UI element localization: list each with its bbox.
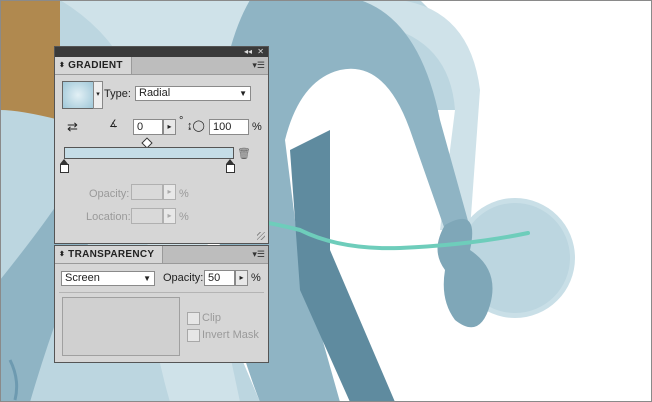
stop-opacity-unit: %	[179, 188, 189, 200]
clip-label: Clip	[202, 312, 221, 324]
chevron-down-icon: ▼	[143, 274, 151, 283]
angle-stepper[interactable]: ▸	[163, 119, 176, 135]
stop-location-field[interactable]	[131, 208, 163, 224]
opacity-label: Opacity:	[89, 188, 130, 200]
panel-menu-icon[interactable]: ▾☰	[252, 249, 265, 259]
aspect-ratio-value: 100	[213, 121, 232, 133]
transparency-opacity-field[interactable]: 50	[204, 270, 235, 286]
divider	[59, 292, 264, 293]
tab-gradient-label: GRADIENT	[68, 60, 123, 71]
tab-toggle-icon[interactable]: ⬍	[59, 62, 65, 69]
gradient-slider[interactable]	[64, 147, 234, 159]
gradient-type-value: Radial	[139, 87, 171, 99]
gradient-type-select[interactable]: Radial ▼	[135, 86, 251, 101]
gradient-panel: ◂◂ ✕ ⬍ GRADIENT ▾☰ ▾ Type: Radial ▼ ⇄ ∡ 0…	[54, 46, 269, 244]
reverse-gradient-icon[interactable]: ⇄	[67, 119, 78, 135]
blend-mode-select[interactable]: Screen ▼	[61, 271, 155, 286]
transparency-opacity-value: 50	[208, 272, 221, 284]
opacity-mask-thumbnail[interactable]	[62, 297, 180, 356]
collapse-panel-icon[interactable]: ◂◂	[244, 47, 252, 57]
gradient-swatch[interactable]	[62, 81, 94, 109]
aspect-ratio-unit: %	[252, 121, 262, 133]
transparency-opacity-stepper[interactable]: ▸	[235, 270, 248, 286]
angle-icon: ∡	[109, 119, 118, 130]
gradient-swatch-dropdown-icon[interactable]: ▾	[93, 81, 103, 109]
stop-location-unit: %	[179, 211, 189, 223]
tab-transparency[interactable]: ⬍ TRANSPARENCY	[55, 246, 164, 263]
angle-field[interactable]: 0	[133, 119, 163, 135]
shape-brown-corner	[0, 0, 60, 120]
resize-grip-icon[interactable]	[257, 232, 265, 240]
stop-opacity-stepper[interactable]: ▸	[163, 184, 176, 200]
degree-symbol: °	[179, 115, 184, 127]
panel-menu-icon[interactable]: ▾☰	[252, 60, 265, 70]
stop-location-stepper[interactable]: ▸	[163, 208, 176, 224]
invert-mask-checkbox[interactable]	[187, 329, 200, 342]
clip-checkbox[interactable]	[187, 312, 200, 325]
tab-gradient[interactable]: ⬍ GRADIENT	[55, 57, 132, 74]
blend-mode-value: Screen	[65, 272, 100, 284]
angle-value: 0	[137, 121, 144, 133]
panel-topbar: ◂◂ ✕	[55, 47, 268, 57]
trash-icon[interactable]: 🗑	[237, 147, 251, 160]
tab-toggle-icon[interactable]: ⬍	[59, 251, 65, 258]
aspect-ratio-field[interactable]: 100	[209, 119, 249, 135]
aspect-ratio-icon: ↨◯	[187, 120, 205, 132]
type-label: Type:	[104, 88, 131, 100]
transparency-tab-row: ⬍ TRANSPARENCY ▾☰	[55, 246, 268, 264]
gradient-stop-left[interactable]	[60, 164, 69, 173]
gradient-tab-row: ⬍ GRADIENT ▾☰	[55, 57, 268, 75]
stop-opacity-field[interactable]	[131, 184, 163, 200]
location-label: Location:	[86, 211, 131, 223]
invert-mask-label: Invert Mask	[202, 329, 259, 341]
tab-transparency-label: TRANSPARENCY	[68, 249, 155, 260]
transparency-opacity-label: Opacity:	[163, 272, 204, 284]
chevron-down-icon: ▼	[239, 89, 247, 98]
transparency-panel: ⬍ TRANSPARENCY ▾☰ Screen ▼ Opacity: 50 ▸ …	[54, 245, 269, 363]
close-panel-icon[interactable]: ✕	[257, 47, 264, 57]
gradient-stop-right[interactable]	[226, 164, 235, 173]
transparency-opacity-unit: %	[251, 272, 261, 284]
